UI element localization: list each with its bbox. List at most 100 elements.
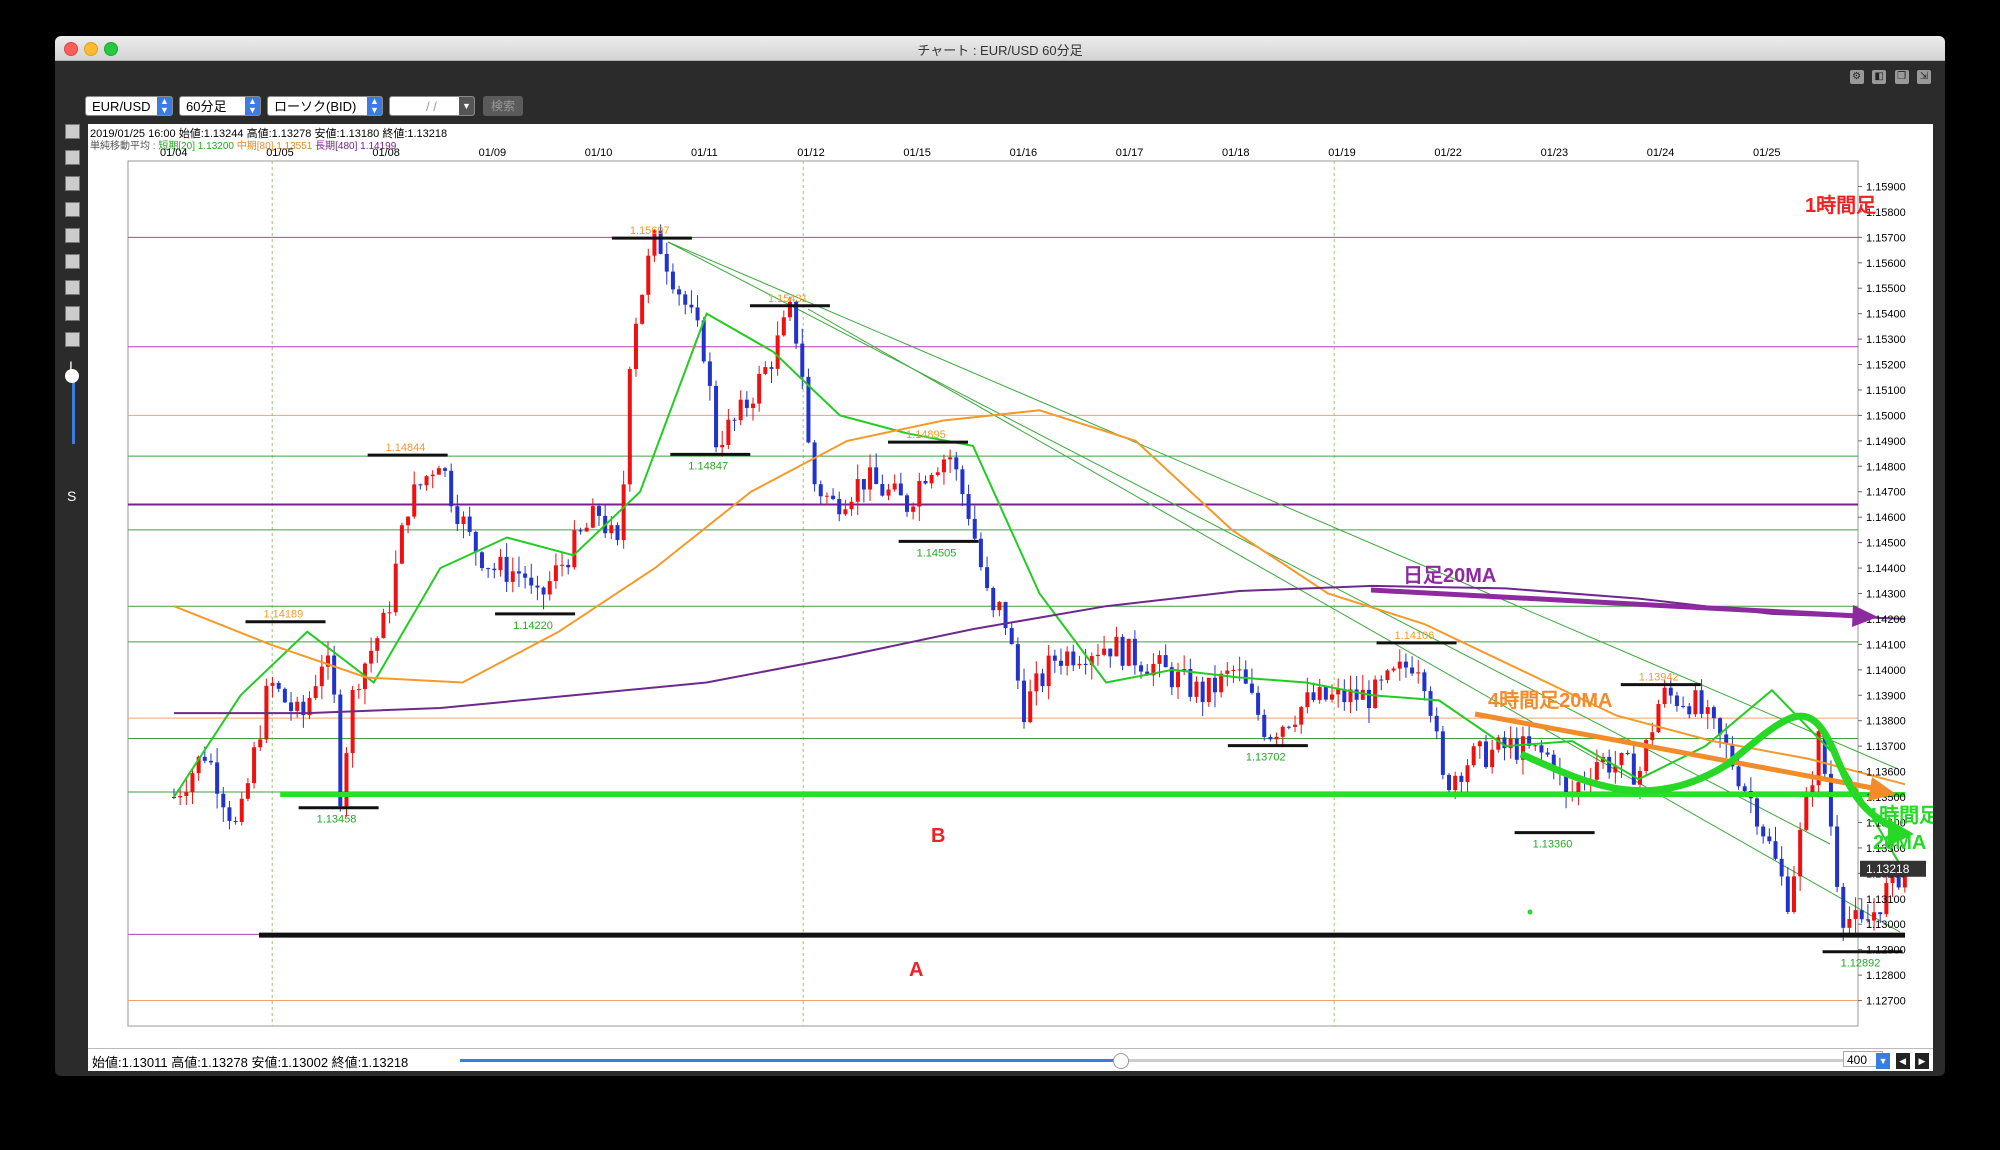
- detach-icon[interactable]: ⇲: [1917, 70, 1931, 84]
- fibonacci-tool-icon[interactable]: [65, 228, 80, 243]
- candle-body: [1317, 687, 1322, 701]
- prev-icon[interactable]: ◀: [1895, 1053, 1910, 1069]
- y-tick-label: 1.15500: [1866, 283, 1906, 295]
- symbol-select-value: EUR/USD: [92, 99, 151, 114]
- chart-type-select[interactable]: ローソク(BID) ▲ ▼: [267, 96, 383, 116]
- candle-body: [1225, 670, 1230, 674]
- candle-body: [1853, 910, 1858, 919]
- candle-body: [313, 686, 318, 699]
- scroll-slider-knob[interactable]: [1113, 1053, 1130, 1069]
- candle-body: [744, 399, 749, 408]
- chart-area[interactable]: 2019/01/25 16:00 始値:1.13244 高値:1.13278 安…: [88, 124, 1933, 1048]
- candle-body: [1804, 793, 1809, 830]
- candle-body: [443, 468, 448, 471]
- settings-icon[interactable]: ⚙: [1849, 70, 1864, 84]
- y-tick-label: 1.13900: [1866, 690, 1906, 702]
- print-tool-icon[interactable]: [65, 332, 80, 347]
- candle-body: [1176, 671, 1181, 688]
- candle-body: [1243, 669, 1248, 684]
- zoom-slider-knob[interactable]: [65, 369, 79, 383]
- trendline-tool-icon[interactable]: [65, 150, 80, 165]
- candle-body: [461, 516, 466, 525]
- candle-body: [1342, 689, 1347, 703]
- timeframe-select[interactable]: 60分足 ▲ ▼: [179, 96, 261, 116]
- candle-body: [1385, 670, 1390, 681]
- y-tick-label: 1.13700: [1866, 741, 1906, 753]
- candle-body: [1126, 638, 1131, 666]
- candle-body: [1847, 918, 1852, 928]
- x-tick-label: 01/25: [1753, 147, 1781, 159]
- candle-body: [861, 479, 866, 490]
- ma-legend: 単純移動平均 : 短期[20] 1.13200 中期[80] 1.13551 長…: [90, 139, 397, 152]
- x-tick-label: 01/12: [797, 147, 825, 159]
- candle-body: [1330, 694, 1335, 700]
- save-icon[interactable]: ◧: [1872, 70, 1887, 84]
- candle-body: [473, 531, 478, 553]
- hline-tool-icon[interactable]: [65, 176, 80, 191]
- candle-body: [886, 489, 891, 496]
- candle-body: [775, 335, 780, 369]
- candle-body: [911, 506, 916, 512]
- bottom-ohlc: 始値:1.13011 高値:1.13278 安値:1.13002 終値:1.13…: [92, 1055, 409, 1070]
- table-tool-icon[interactable]: [65, 280, 80, 295]
- candle-body: [1798, 829, 1803, 877]
- candle-body: [258, 739, 263, 748]
- current-price-label: 1.13218: [1866, 862, 1910, 876]
- trendlines: [667, 241, 1901, 933]
- candle-body: [1200, 681, 1205, 703]
- candle-body: [849, 501, 854, 510]
- candle-body: [1594, 762, 1599, 780]
- symbol-select[interactable]: EUR/USD ▲ ▼: [85, 96, 173, 116]
- candle-body: [1120, 636, 1125, 666]
- candle-body: [498, 556, 503, 571]
- cursor-tool-icon[interactable]: [65, 124, 80, 139]
- y-tick-label: 1.12700: [1866, 996, 1906, 1008]
- camera-tool-icon[interactable]: [65, 306, 80, 321]
- drawing-toolbar: L: [65, 124, 81, 380]
- count-dropdown-icon[interactable]: ▼: [1876, 1053, 1891, 1069]
- zoom-slider-track[interactable]: [72, 376, 75, 444]
- candle-body: [1274, 736, 1279, 740]
- candle-body: [1483, 741, 1488, 768]
- candle-body: [1625, 753, 1630, 755]
- candle-body: [904, 495, 909, 512]
- candle-body: [892, 483, 897, 490]
- candle-body: [1539, 745, 1544, 753]
- candle-body: [1015, 644, 1020, 681]
- candle-body: [1693, 690, 1698, 715]
- label-b: B: [931, 825, 945, 847]
- support-lines: [258, 791, 1906, 938]
- y-tick-label: 1.14100: [1866, 639, 1906, 651]
- candle-body: [1705, 707, 1710, 714]
- candle-body: [332, 655, 337, 695]
- candle-body: [929, 475, 934, 484]
- candle-body: [966, 494, 971, 519]
- candle-body: [1163, 655, 1168, 668]
- channel-tool-icon[interactable]: [65, 202, 80, 217]
- price-chart[interactable]: 2019/01/25 16:00 始値:1.13244 高値:1.13278 安…: [88, 124, 1933, 1048]
- candle-body: [1249, 683, 1254, 693]
- candle-body: [387, 612, 392, 614]
- y-tick-label: 1.15600: [1866, 258, 1906, 270]
- candle-body: [1139, 665, 1144, 672]
- y-tick-label: 1.15300: [1866, 334, 1906, 346]
- date-input[interactable]: / / ▼: [389, 96, 475, 116]
- text-tool-icon[interactable]: [65, 254, 80, 269]
- candle-body: [356, 689, 361, 691]
- candle-body: [831, 495, 836, 500]
- scroll-slider[interactable]: [460, 1053, 1850, 1069]
- candle-body: [1471, 746, 1476, 766]
- candle-body: [960, 469, 965, 495]
- candle-body: [529, 577, 534, 586]
- copy-icon[interactable]: ❐: [1894, 70, 1909, 84]
- search-button[interactable]: 検索: [483, 96, 523, 116]
- ohlc-header: 2019/01/25 16:00 始値:1.13244 高値:1.13278 安…: [90, 126, 447, 140]
- candle-body: [412, 484, 417, 517]
- candle-body: [1859, 910, 1864, 920]
- candle-body: [1773, 841, 1778, 859]
- x-tick-label: 01/18: [1222, 147, 1250, 159]
- candle-body: [1102, 648, 1107, 655]
- ma-legend-prefix: 単純移動平均 :: [90, 139, 158, 152]
- candle-body: [1194, 681, 1199, 697]
- next-icon[interactable]: ▶: [1915, 1053, 1929, 1069]
